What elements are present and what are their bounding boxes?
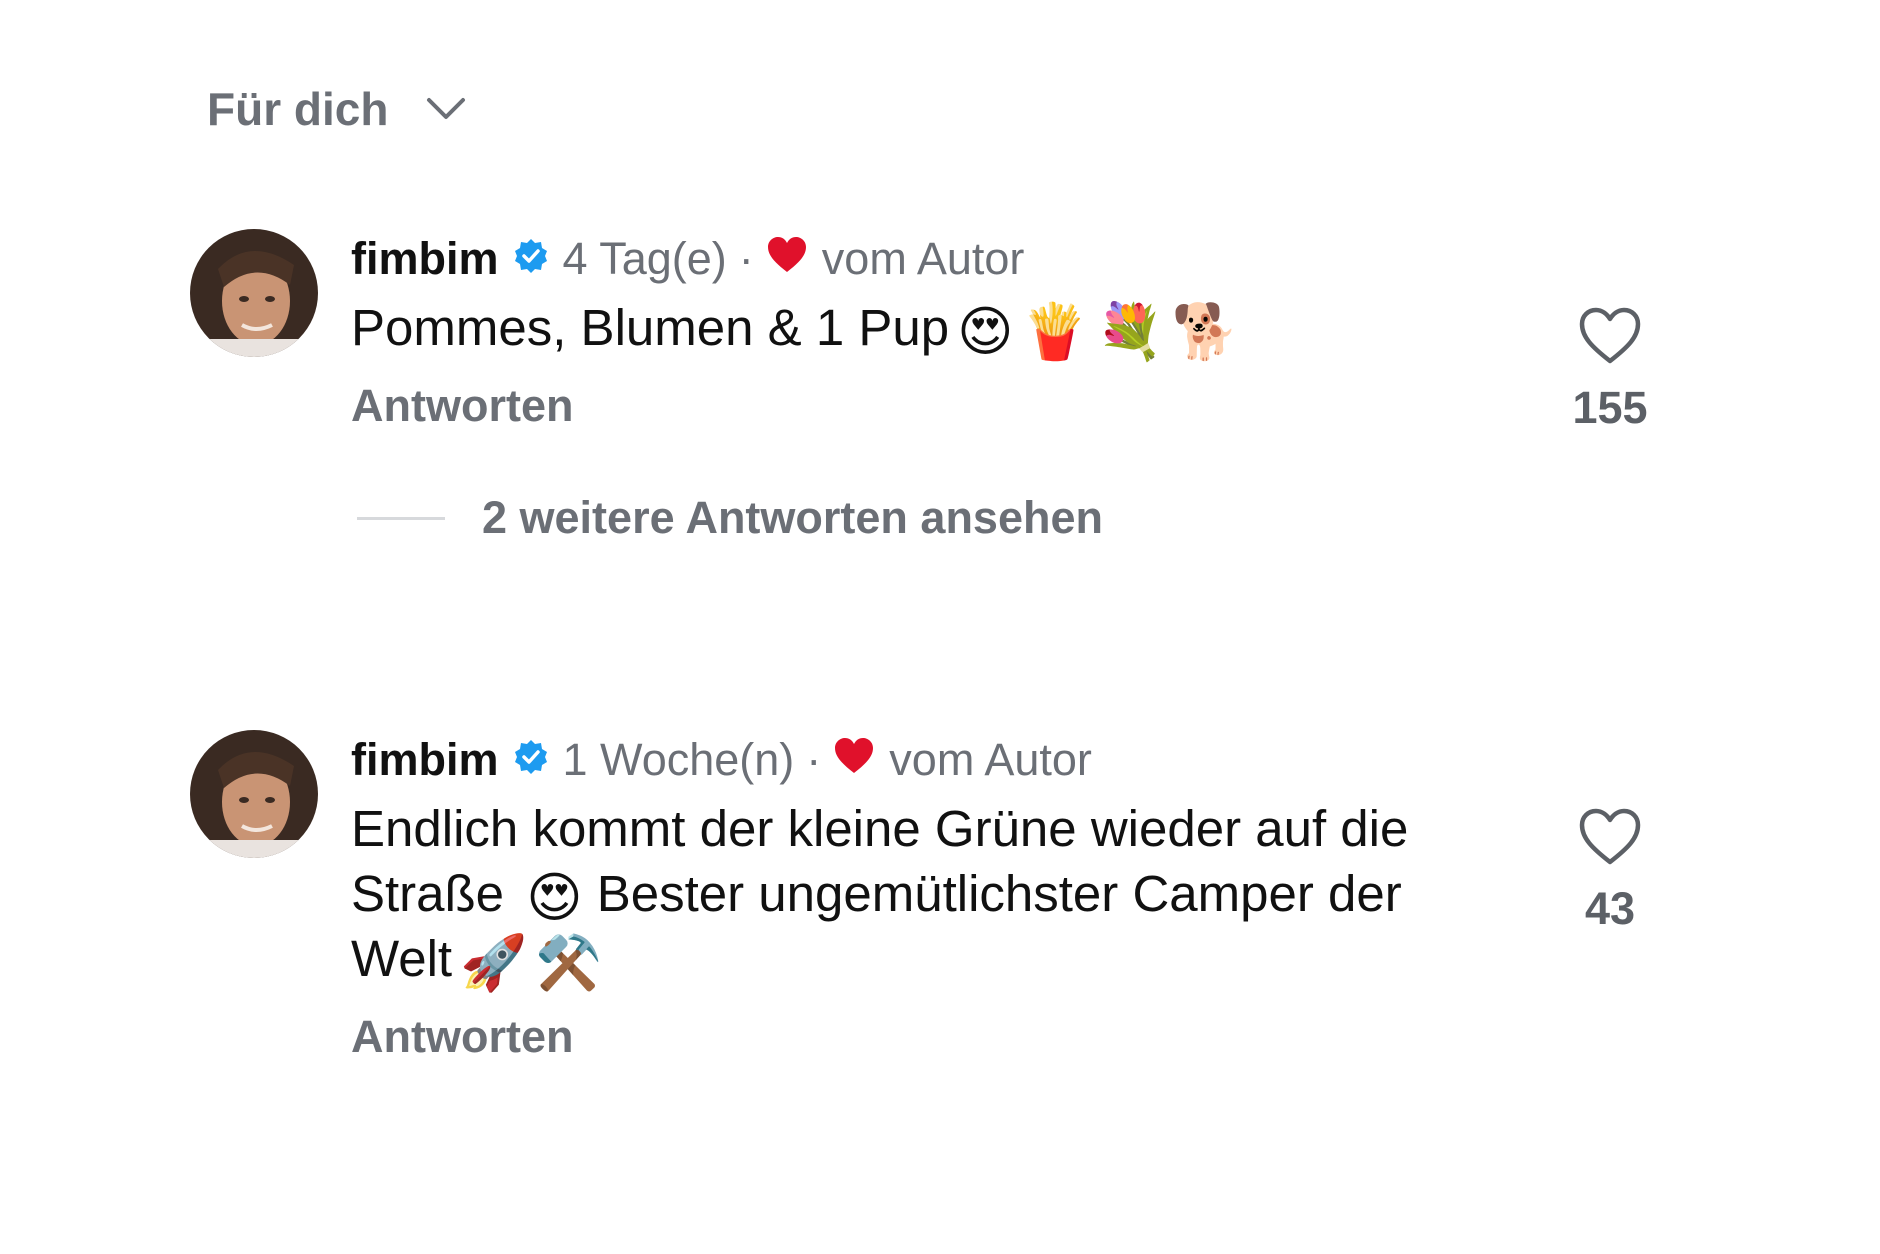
sort-label: Für dich <box>207 83 389 135</box>
hammer-pick-emoji: ⚒️ <box>535 932 603 993</box>
rocket-emoji: 🚀 <box>460 932 528 993</box>
like-count: 43 <box>1584 883 1636 934</box>
timestamp: 4 Tag(e) <box>562 233 727 284</box>
red-heart-icon <box>833 730 875 790</box>
username[interactable]: fimbim <box>351 229 499 289</box>
heart-eyes-emoji: 😍 <box>957 301 1014 362</box>
avatar[interactable] <box>190 229 318 357</box>
view-more-replies[interactable]: 2 weitere Antworten ansehen <box>357 492 1103 544</box>
view-more-replies-label: 2 weitere Antworten ansehen <box>482 492 1103 543</box>
author-liked-label: vom Autor <box>889 734 1092 785</box>
chevron-down-icon <box>426 96 466 122</box>
comment-text: Endlich kommt der kleine Grüne wieder au… <box>351 796 1510 991</box>
heart-outline-icon[interactable] <box>1578 307 1642 370</box>
avatar[interactable] <box>190 730 318 858</box>
comment-meta: fimbim 4 Tag(e) · vom Autor <box>351 229 1510 289</box>
heart-outline-icon[interactable] <box>1578 808 1642 871</box>
comment-item: fimbim 1 Woche(n) · vom Autor Endlich ko… <box>190 730 1710 1090</box>
sort-dropdown[interactable]: Für dich <box>207 82 466 136</box>
separator-dot: · <box>806 734 822 785</box>
comment-item: fimbim 4 Tag(e) · vom Autor Pommes, Blum… <box>190 229 1710 449</box>
reply-button[interactable]: Antworten <box>351 1011 1510 1063</box>
verified-badge-icon <box>513 229 549 289</box>
dog-emoji: 🐕 <box>1171 301 1240 362</box>
comment-text: Pommes, Blumen & 1 Pup 😍 🍟 💐 🐕 <box>351 295 1510 360</box>
reply-button[interactable]: Antworten <box>351 380 1510 432</box>
username[interactable]: fimbim <box>351 730 499 790</box>
timestamp: 1 Woche(n) <box>562 734 795 785</box>
divider-line <box>357 516 445 520</box>
verified-badge-icon <box>513 730 549 790</box>
like-count: 155 <box>1572 382 1648 433</box>
fries-emoji: 🍟 <box>1021 301 1089 362</box>
author-liked-label: vom Autor <box>821 233 1025 284</box>
red-heart-icon <box>766 229 808 289</box>
comment-text-body: Pommes, Blumen & 1 Pup <box>351 299 950 356</box>
separator-dot: · <box>738 233 754 284</box>
bouquet-emoji: 💐 <box>1096 301 1164 362</box>
comment-meta: fimbim 1 Woche(n) · vom Autor <box>351 730 1510 790</box>
heart-eyes-emoji: 😍 <box>526 867 583 928</box>
